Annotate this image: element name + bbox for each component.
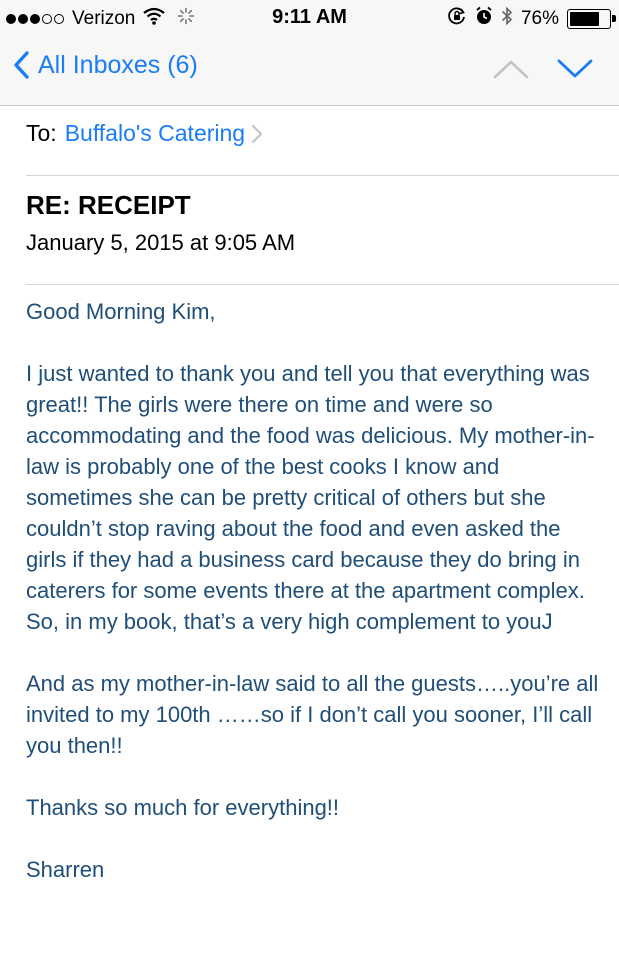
back-button[interactable]: All Inboxes (6) [12, 50, 198, 80]
status-right: 76% [447, 6, 616, 32]
chevron-down-icon [557, 59, 593, 78]
chevron-up-icon [493, 60, 529, 79]
message-body: Good Morning Kim, I just wanted to thank… [26, 296, 606, 885]
message-paragraph: Good Morning Kim, [26, 299, 216, 324]
signal-dot-empty [54, 14, 64, 24]
status-time: 9:11 AM [272, 6, 347, 28]
orientation-lock-icon [447, 6, 467, 32]
chevron-right-icon [251, 124, 263, 143]
status-bar: Verizon 9:11 AM 76% [0, 0, 619, 38]
battery-percent: 76% [520, 8, 559, 29]
back-button-label: All Inboxes (6) [38, 50, 198, 79]
signal-dot [18, 14, 28, 24]
signal-dot-empty [42, 14, 52, 24]
recipient-row: To: Buffalo's Catering [26, 120, 263, 147]
recipient-name-link[interactable]: Buffalo's Catering [65, 120, 245, 147]
message-nav-arrows [491, 54, 595, 84]
signal-dot [6, 14, 16, 24]
wifi-icon [143, 7, 166, 31]
message-paragraph: I just wanted to thank you and tell you … [26, 361, 595, 634]
body-divider [26, 284, 619, 285]
alarm-icon [475, 6, 493, 32]
chevron-left-icon [14, 51, 29, 79]
activity-spinner-icon [177, 7, 195, 31]
battery-tip [612, 15, 616, 22]
previous-message-button[interactable] [491, 54, 531, 84]
to-label: To: [26, 120, 57, 146]
status-left: Verizon [6, 7, 195, 31]
message-paragraph: And as my mother-in-law said to all the … [26, 671, 599, 758]
bluetooth-icon [501, 6, 513, 32]
battery-level-fill [570, 12, 599, 26]
message-date: January 5, 2015 at 9:05 AM [26, 230, 296, 255]
header-divider [26, 175, 619, 176]
message-signature: Sharren [26, 857, 105, 882]
nav-bar: All Inboxes (6) [0, 40, 619, 102]
signal-strength-icon [6, 14, 64, 24]
battery-icon [567, 9, 616, 29]
signal-dot [30, 14, 40, 24]
next-message-button[interactable] [555, 54, 595, 84]
message-subject: RE: RECEIPT [26, 190, 191, 220]
carrier-name: Verizon [72, 8, 136, 29]
message-paragraph: Thanks so much for everything!! [26, 795, 340, 820]
